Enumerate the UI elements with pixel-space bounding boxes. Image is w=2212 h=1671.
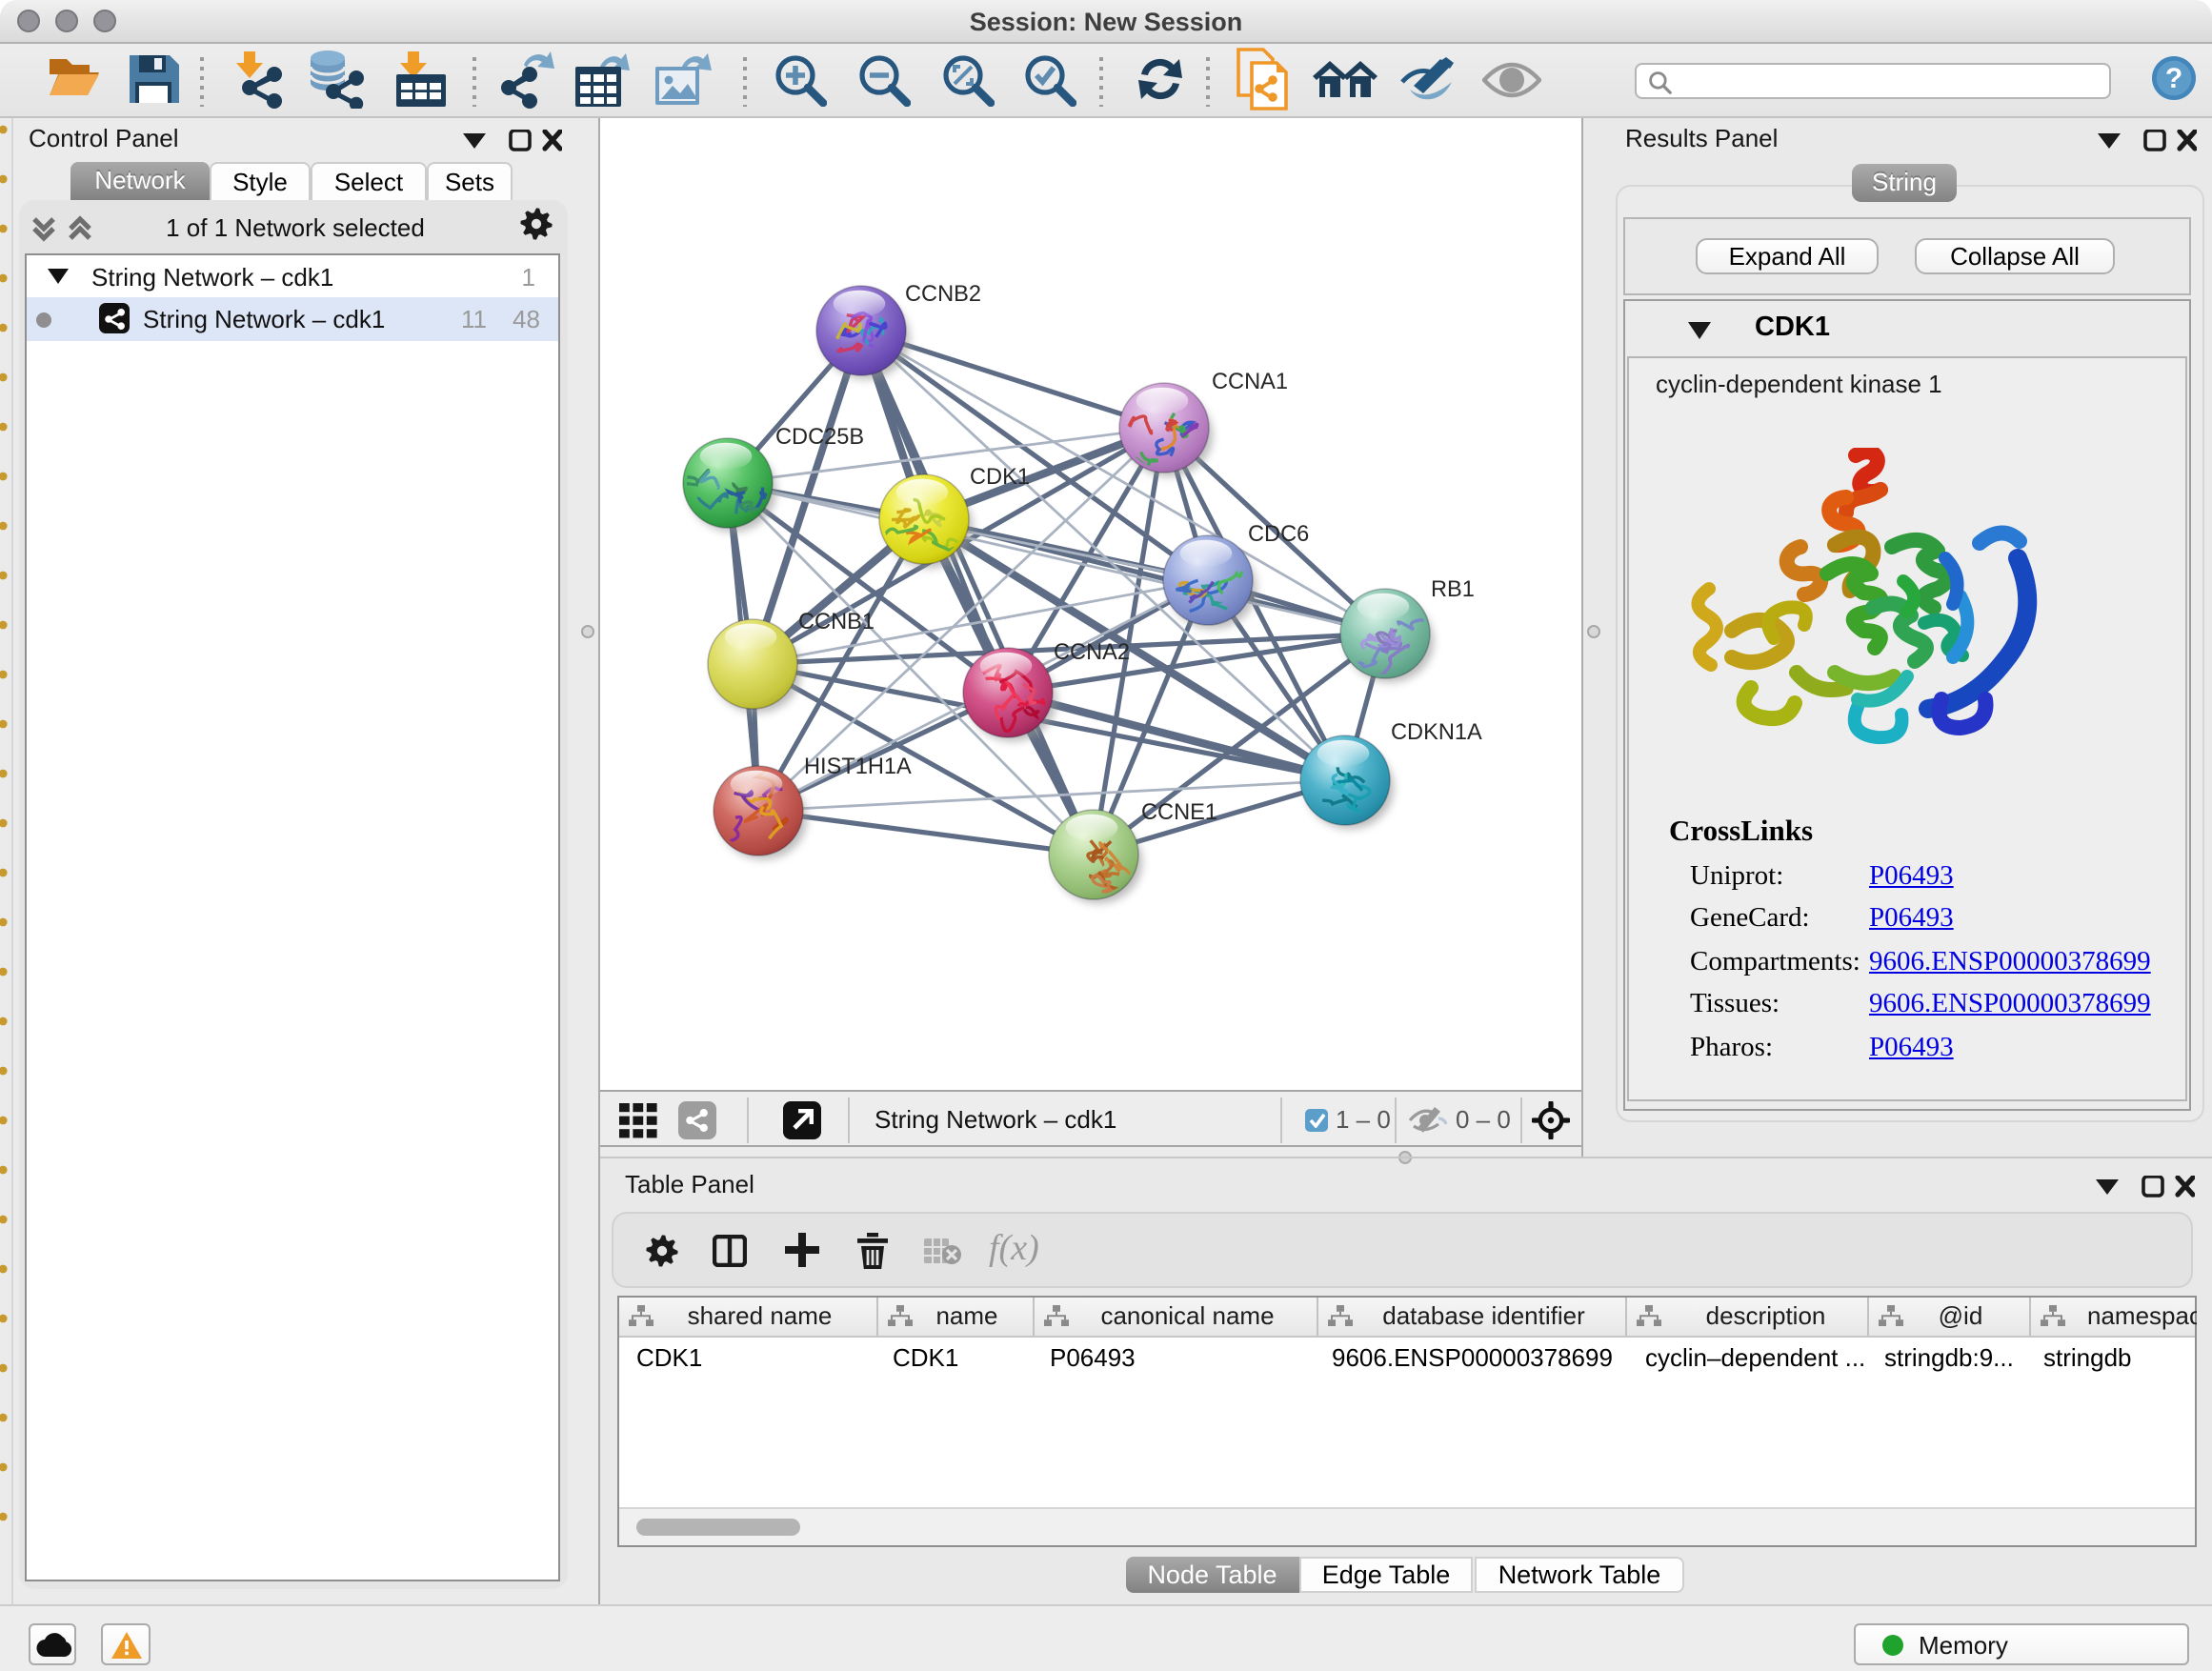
svg-text:RB1: RB1 — [1431, 577, 1475, 602]
svg-text:?: ? — [2165, 63, 2182, 94]
svg-text:CDC6: CDC6 — [1248, 522, 1309, 547]
svg-text:CCNA1: CCNA1 — [1212, 370, 1288, 394]
svg-text:CDC25B: CDC25B — [775, 425, 864, 450]
svg-text:CCNA2: CCNA2 — [1054, 640, 1130, 665]
svg-text:HIST1H1A: HIST1H1A — [804, 755, 912, 779]
svg-text:CDKN1A: CDKN1A — [1391, 720, 1482, 745]
svg-text:CCNB1: CCNB1 — [798, 610, 875, 634]
svg-text:CCNE1: CCNE1 — [1141, 800, 1217, 825]
svg-text:CCNB2: CCNB2 — [905, 282, 981, 307]
svg-text:CDK1: CDK1 — [970, 465, 1030, 490]
